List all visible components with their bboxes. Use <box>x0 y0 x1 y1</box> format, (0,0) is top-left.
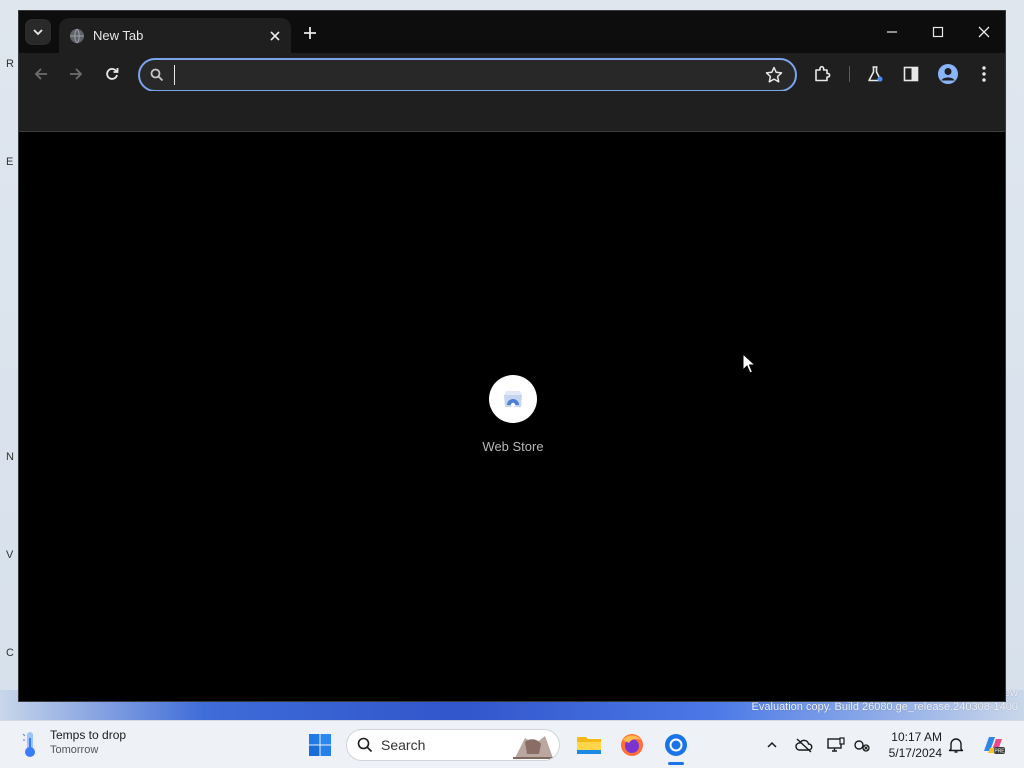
taskbar-search-label: Search <box>381 737 426 753</box>
taskbar-firefox[interactable] <box>618 731 646 759</box>
weather-subline: Tomorrow <box>50 744 99 756</box>
thermometer-icon <box>22 732 35 757</box>
bell-icon <box>948 738 964 753</box>
browser-toolbar <box>19 53 1005 92</box>
more-vertical-icon <box>982 66 986 82</box>
new-tab-page: Web Store <box>19 133 1005 701</box>
minimize-button[interactable] <box>877 19 907 45</box>
puzzle-icon <box>815 65 831 82</box>
copilot-button[interactable]: PRE <box>980 733 1006 757</box>
mouse-pointer-icon <box>742 353 756 374</box>
menu-button[interactable] <box>971 61 997 87</box>
reload-icon <box>106 68 119 80</box>
search-icon <box>357 737 373 753</box>
close-window-button[interactable] <box>969 19 999 45</box>
system-clock[interactable]: 10:17 AM 5/17/2024 <box>880 729 942 761</box>
maximize-button[interactable] <box>923 19 953 45</box>
search-highlight-illustration <box>513 736 555 759</box>
chrome-icon <box>665 734 687 756</box>
forward-button[interactable] <box>63 61 89 87</box>
bookmarks-bar <box>19 91 1005 132</box>
desktop-icon-label-peek: N <box>6 451 14 463</box>
notifications-button[interactable] <box>946 735 966 755</box>
tray-network[interactable] <box>852 735 872 755</box>
reload-button[interactable] <box>99 61 125 87</box>
flask-icon <box>868 66 883 82</box>
extensions-button[interactable] <box>809 61 835 87</box>
new-tab-button[interactable] <box>299 22 321 44</box>
watermark-text: Evaluation copy. Build 26080.ge_release.… <box>751 701 1018 713</box>
tray-overflow-button[interactable] <box>762 735 782 755</box>
close-icon <box>978 26 990 38</box>
svg-text:PRE: PRE <box>994 749 1005 755</box>
chevron-up-icon <box>767 741 777 748</box>
tab-title: New Tab <box>93 28 144 43</box>
weather-headline: Temps to drop <box>50 728 127 742</box>
toolbar-separator <box>849 66 850 82</box>
search-icon <box>150 68 164 82</box>
side-panel-button[interactable] <box>898 61 924 87</box>
web-store-icon <box>504 391 522 408</box>
address-input[interactable] <box>174 65 754 85</box>
shortcut-label: Web Store <box>482 439 544 454</box>
tab-new-tab[interactable]: New Tab <box>59 18 291 53</box>
side-panel-icon <box>903 66 919 82</box>
minimize-icon <box>887 31 897 33</box>
desktop-icon-label-peek: E <box>6 156 14 168</box>
taskbar-search-box[interactable]: Search <box>346 729 560 761</box>
labs-button[interactable] <box>862 61 888 87</box>
plus-icon <box>304 27 316 39</box>
close-tab-button[interactable] <box>265 26 285 46</box>
globe-icon <box>70 28 84 43</box>
shortcut-web-store[interactable]: Web Store <box>473 375 553 465</box>
clock-date: 5/17/2024 <box>888 746 942 760</box>
desktop-icon-label-peek: C <box>6 647 14 659</box>
shortcut-tile[interactable] <box>489 375 537 423</box>
firefox-icon <box>621 734 643 756</box>
clock-time: 10:17 AM <box>891 730 942 744</box>
tray-onedrive-offline[interactable] <box>794 735 814 755</box>
active-app-indicator <box>668 762 684 765</box>
folder-icon <box>577 737 601 754</box>
taskbar-file-explorer[interactable] <box>575 731 603 759</box>
taskbar-chrome[interactable] <box>662 731 690 759</box>
arrow-left-icon <box>34 68 47 80</box>
maximize-icon <box>932 26 944 38</box>
taskbar: Temps to drop Tomorrow Search 10:17 AM 5… <box>0 720 1024 768</box>
back-button[interactable] <box>28 61 54 87</box>
network-off-icon <box>854 740 870 752</box>
star-icon[interactable] <box>765 66 783 84</box>
avatar-icon <box>938 64 958 84</box>
profile-button[interactable] <box>935 61 961 87</box>
windows-start-icon[interactable] <box>308 733 332 757</box>
tab-strip: New Tab <box>19 11 1005 53</box>
watermark-edge-text: ew <box>1003 687 1018 699</box>
chevron-down-icon <box>33 29 43 36</box>
arrow-right-icon <box>70 68 83 80</box>
monitor-icon <box>827 737 845 752</box>
copilot-icon: PRE <box>984 737 1005 755</box>
desktop-icon-label-peek: R <box>6 58 14 70</box>
tray-display[interactable] <box>826 735 846 755</box>
tab-search-button[interactable] <box>25 19 51 45</box>
browser-window: New Tab Web Store <box>18 10 1006 702</box>
weather-widget[interactable]: Temps to drop Tomorrow <box>20 728 126 760</box>
close-icon <box>270 30 280 41</box>
evaluation-watermark: ew Evaluation copy. Build 26080.ge_relea… <box>751 687 1018 713</box>
address-bar[interactable] <box>138 58 797 92</box>
cloud-off-icon <box>795 738 813 753</box>
desktop-icon-label-peek: V <box>6 549 14 561</box>
